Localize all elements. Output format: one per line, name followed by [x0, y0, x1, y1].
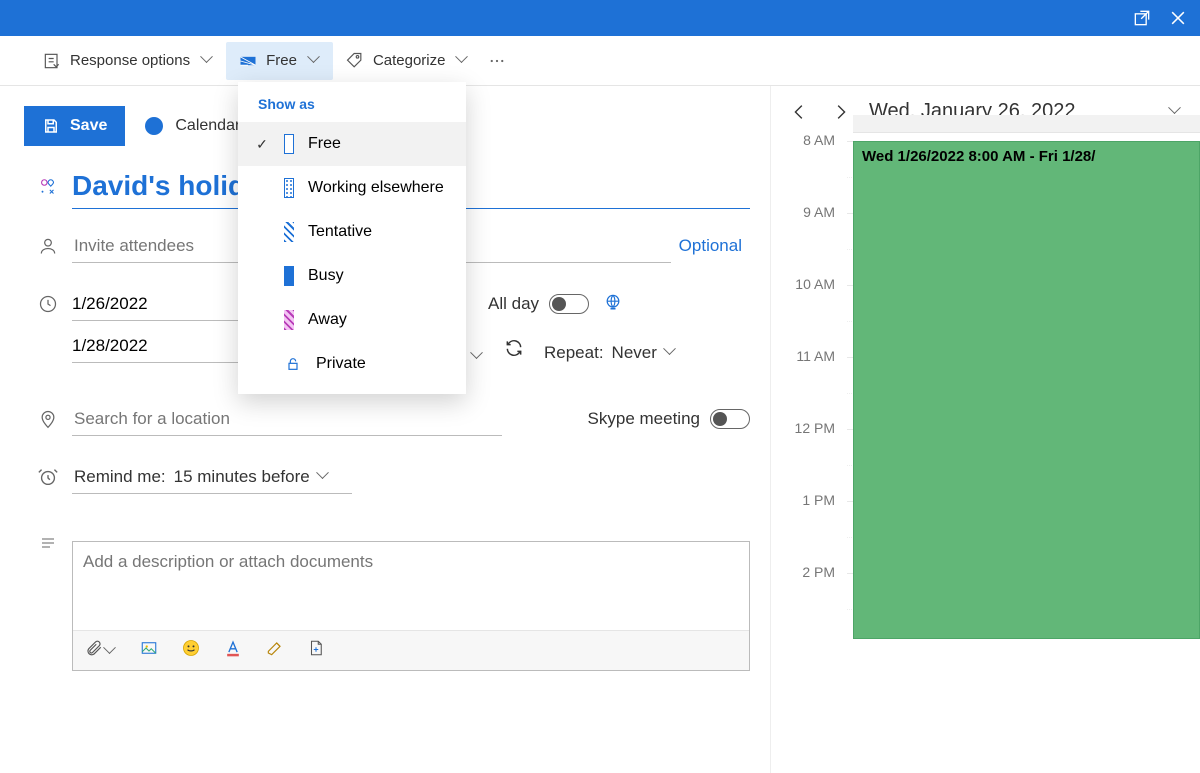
allday-row — [853, 115, 1200, 133]
ribbon: Response options Free Categorize — [0, 36, 1200, 86]
font-color-icon[interactable] — [223, 638, 243, 663]
location-field[interactable]: Search for a location — [72, 403, 502, 436]
calendar-selector[interactable]: Calendar — [145, 117, 240, 135]
status-swatch-busy — [284, 266, 294, 286]
dropdown-item-away[interactable]: ✓ Away — [238, 298, 466, 342]
emoji-picker-icon[interactable] — [24, 177, 72, 199]
check-icon: ✓ — [254, 136, 270, 153]
calendar-grid: 8 AM 9 AM 10 AM 11 AM 12 PM 1 PM 2 PM We… — [771, 141, 1200, 645]
next-day-button[interactable] — [829, 101, 851, 123]
chevron-down-icon — [105, 646, 117, 658]
hour-label: 2 PM — [771, 564, 841, 580]
location-row: Search for a location Skype meeting — [24, 397, 750, 441]
description-toolbar — [73, 630, 749, 670]
description-field[interactable]: Add a description or attach documents — [73, 542, 749, 630]
emoji-icon[interactable] — [181, 638, 201, 663]
show-as-button[interactable]: Free — [226, 42, 333, 80]
attach-icon[interactable] — [85, 638, 117, 663]
person-icon — [24, 236, 72, 256]
skype-control: Skype meeting — [588, 409, 750, 429]
event-form: Show as ✓ Free ✓ Working elsewhere ✓ Ten… — [0, 86, 770, 773]
timezone-icon[interactable] — [603, 292, 623, 317]
start-date-value: 1/26/2022 — [72, 294, 148, 314]
hour-label: 11 AM — [771, 348, 841, 364]
more-options-button[interactable] — [481, 52, 513, 70]
reminder-label: Remind me: — [74, 467, 166, 487]
skype-label: Skype meeting — [588, 409, 700, 429]
chevron-down-icon — [457, 55, 469, 67]
reminder-row: Remind me: 15 minutes before — [24, 455, 750, 499]
all-day-toggle[interactable] — [549, 294, 589, 314]
optional-attendees-link[interactable]: Optional — [671, 236, 750, 256]
lock-icon — [284, 355, 302, 373]
insert-icon[interactable] — [307, 638, 325, 663]
hour-label: 10 AM — [771, 276, 841, 292]
clock-icon — [24, 294, 72, 314]
chevron-down-icon — [665, 347, 677, 359]
repeat-value: Never — [612, 343, 657, 363]
dropdown-item-label: Tentative — [308, 223, 372, 241]
reminder-selector[interactable]: Remind me: 15 minutes before — [72, 461, 352, 494]
image-icon[interactable] — [139, 639, 159, 662]
response-options-label: Response options — [70, 52, 190, 69]
main-area: Show as ✓ Free ✓ Working elsewhere ✓ Ten… — [0, 86, 1200, 773]
chevron-down-icon[interactable] — [472, 351, 484, 363]
dropdown-item-free[interactable]: ✓ Free — [238, 122, 466, 166]
all-day-label: All day — [488, 294, 539, 314]
location-icon — [24, 408, 72, 430]
categorize-button[interactable]: Categorize — [333, 42, 482, 80]
dropdown-item-tentative[interactable]: ✓ Tentative — [238, 210, 466, 254]
dropdown-heading: Show as — [238, 92, 466, 122]
dropdown-item-label: Busy — [308, 267, 344, 285]
save-button[interactable]: Save — [24, 106, 125, 146]
alarm-icon — [24, 466, 72, 488]
prev-day-button[interactable] — [789, 101, 811, 123]
hour-label: 1 PM — [771, 492, 841, 508]
chevron-down-icon — [309, 55, 321, 67]
skype-toggle[interactable] — [710, 409, 750, 429]
window-chrome — [0, 0, 1200, 36]
chevron-down-icon — [202, 55, 214, 67]
hour-label: 12 PM — [771, 420, 841, 436]
save-label: Save — [70, 117, 107, 135]
status-swatch-tentative — [284, 222, 294, 242]
chevron-down-icon — [318, 471, 330, 483]
close-button[interactable] — [1162, 2, 1194, 34]
repeat-selector[interactable]: Repeat: Never — [544, 343, 677, 363]
event-summary: Wed 1/26/2022 8:00 AM - Fri 1/28/ — [862, 148, 1095, 165]
calendar-preview: Wed, January 26, 2022 8 AM 9 AM 10 AM 11… — [770, 86, 1200, 773]
status-swatch-free — [284, 134, 294, 154]
dropdown-item-private[interactable]: ✓ Private — [238, 342, 466, 386]
repeat-label: Repeat: — [544, 343, 604, 363]
categorize-label: Categorize — [373, 52, 446, 69]
description-box: Add a description or attach documents — [72, 541, 750, 671]
response-options-button[interactable]: Response options — [30, 42, 226, 80]
calendar-name: Calendar — [175, 117, 240, 135]
all-day-control: All day — [488, 294, 589, 314]
dropdown-item-label: Working elsewhere — [308, 179, 444, 197]
hour-label: 8 AM — [771, 132, 841, 148]
popout-button[interactable] — [1126, 2, 1158, 34]
dropdown-item-working-elsewhere[interactable]: ✓ Working elsewhere — [238, 166, 466, 210]
status-swatch-away — [284, 310, 294, 330]
end-date-value: 1/28/2022 — [72, 336, 148, 356]
description-icon — [24, 527, 72, 551]
status-swatch-working-elsewhere — [284, 178, 294, 198]
show-as-label: Free — [266, 52, 297, 69]
event-block[interactable]: Wed 1/26/2022 8:00 AM - Fri 1/28/ — [853, 141, 1200, 639]
dropdown-item-label: Free — [308, 135, 341, 153]
dropdown-item-label: Away — [308, 311, 347, 329]
show-as-dropdown: Show as ✓ Free ✓ Working elsewhere ✓ Ten… — [238, 82, 466, 394]
hour-label: 9 AM — [771, 204, 841, 220]
reminder-value: 15 minutes before — [174, 467, 310, 487]
calendar-color-dot — [145, 117, 163, 135]
recurrence-icon[interactable] — [504, 338, 524, 363]
dropdown-item-busy[interactable]: ✓ Busy — [238, 254, 466, 298]
highlight-icon[interactable] — [265, 638, 285, 663]
dropdown-item-label: Private — [316, 355, 366, 373]
